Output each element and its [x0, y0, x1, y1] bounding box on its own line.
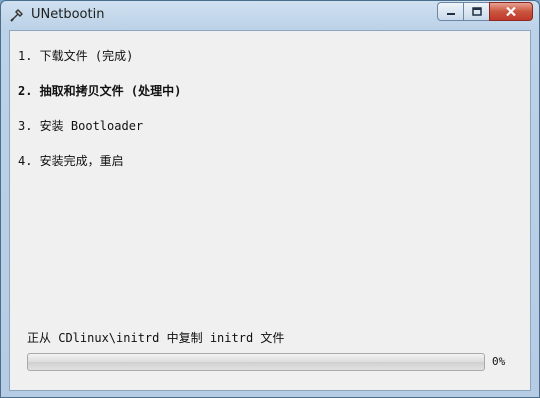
close-button[interactable]	[489, 2, 533, 21]
unetbootin-app-icon	[10, 9, 23, 22]
client-area: 1. 下载文件 (完成) 2. 抽取和拷贝文件 (处理中) 3. 安装 Boot…	[9, 30, 531, 391]
step-extract-copy: 2. 抽取和拷贝文件 (处理中)	[18, 84, 182, 98]
step-install-complete: 4. 安装完成，重启	[18, 154, 124, 168]
close-icon	[506, 6, 516, 17]
step-install-bootloader: 3. 安装 Bootloader	[18, 119, 144, 133]
window-controls	[437, 2, 533, 21]
app-window: UNetbootin 1. 下载文件 (完成) 2. 抽取和拷贝文件 (处理中)…	[0, 0, 540, 398]
step-download: 1. 下载文件 (完成)	[18, 49, 134, 63]
maximize-icon	[471, 6, 482, 16]
progress-percent: 0%	[492, 355, 506, 368]
progress-bar	[27, 353, 485, 371]
status-text: 正从 CDlinux\initrd 中复制 initrd 文件	[27, 331, 285, 345]
window-title: UNetbootin	[31, 7, 105, 22]
maximize-button[interactable]	[463, 2, 489, 21]
minimize-button[interactable]	[437, 2, 463, 21]
title-bar[interactable]: UNetbootin	[1, 1, 539, 30]
minimize-icon	[446, 12, 455, 15]
